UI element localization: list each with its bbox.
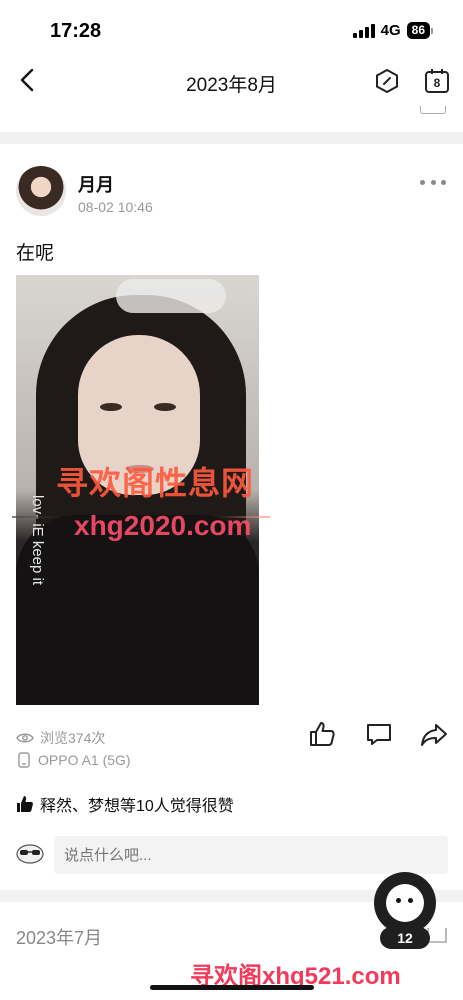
signal-icon (352, 23, 375, 38)
share-button[interactable] (420, 720, 448, 748)
status-indicators: 4G 86 (352, 22, 433, 39)
comment-input[interactable] (54, 836, 448, 874)
views-count: 浏览374次 (40, 730, 106, 746)
comment-row (16, 836, 448, 874)
photo-shirt-text: lov- iE keep it (29, 495, 46, 586)
avatar[interactable] (16, 166, 66, 216)
status-bar: 17:28 4G 86 (0, 0, 463, 58)
views-row: 浏览374次 (16, 728, 105, 748)
eye-icon (16, 733, 34, 743)
status-time: 17:28 (50, 20, 102, 42)
like-button[interactable] (308, 720, 336, 748)
share-icon (421, 724, 447, 746)
floating-assistant-button[interactable] (374, 872, 436, 934)
watermark-url: xhg2020.com (74, 510, 252, 541)
like-icon (310, 722, 335, 746)
more-button[interactable] (420, 178, 446, 186)
sunglasses-emoji-icon (16, 844, 44, 864)
comment-button[interactable] (365, 720, 393, 748)
device-name: OPPO A1 (5G) (38, 752, 131, 768)
nav-bar: 2023年8月 8 (0, 58, 463, 106)
previous-month-icon (420, 106, 446, 114)
post-text: 在呢 (16, 243, 55, 264)
calendar-button[interactable]: 8 (424, 67, 450, 95)
comment-icon (367, 724, 391, 745)
likes-row[interactable]: 释然、梦想等10人觉得很赞 (16, 792, 234, 816)
home-indicator (150, 985, 314, 990)
phone-icon (18, 752, 30, 768)
post-author[interactable]: 月月 (78, 171, 114, 197)
section-divider (0, 132, 463, 144)
network-label: 4G (380, 22, 401, 39)
more-icon (420, 179, 425, 185)
assistant-face-icon (386, 884, 424, 922)
device-row: OPPO A1 (5G) (16, 752, 131, 768)
likes-text: 释然、梦想等10人觉得很赞 (40, 798, 234, 815)
thumb-icon (17, 796, 33, 812)
calendar-day: 8 (433, 76, 441, 90)
notification-badge: 12 (380, 927, 430, 949)
previous-post-peek (0, 106, 463, 132)
month-header: 2023年7月 (16, 928, 103, 948)
hexagon-icon (376, 68, 398, 94)
hexagon-button[interactable] (374, 68, 400, 94)
post-time: 08-02 10:46 (78, 199, 153, 215)
watermark-text: 寻欢阁性息网 (56, 465, 255, 501)
battery-level: 86 (406, 22, 430, 39)
battery-icon: 86 (406, 22, 433, 39)
